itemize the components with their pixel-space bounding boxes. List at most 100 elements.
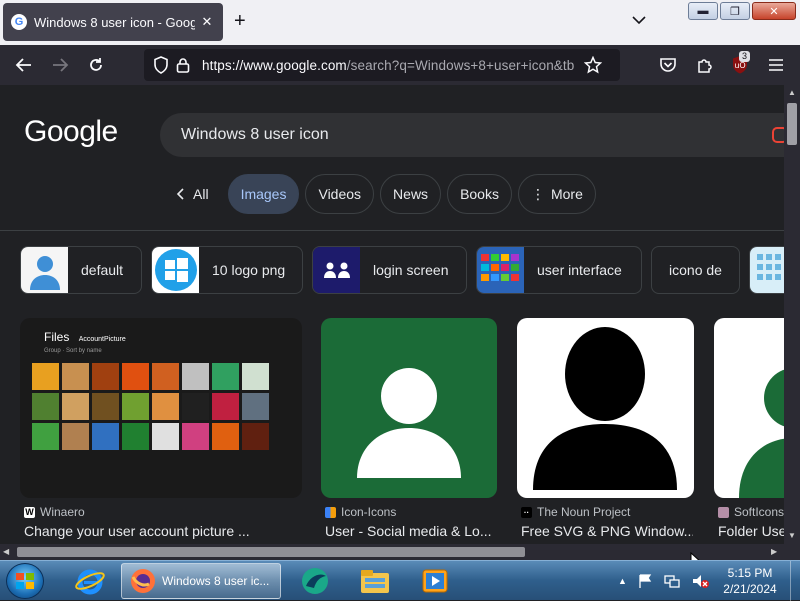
screenshot-toolbar: Group · Sort by name: [44, 348, 102, 354]
header-divider: [0, 230, 800, 231]
file-explorer-icon[interactable]: [353, 563, 397, 599]
app-menu-icon[interactable]: [761, 45, 791, 85]
user-silhouette-icon: [357, 368, 461, 478]
reload-icon[interactable]: [81, 45, 111, 85]
related-label: icono de: [669, 262, 722, 278]
icon-icons-favicon-icon: [325, 506, 336, 518]
show-hidden-icons-icon[interactable]: ▲: [618, 576, 627, 586]
system-tray: ▲: [618, 561, 709, 601]
softicons-favicon-icon: [718, 506, 729, 518]
default-user-thumb-icon: [21, 247, 68, 293]
mouse-cursor-icon: [690, 552, 700, 560]
search-input[interactable]: Windows 8 user icon: [160, 113, 800, 157]
tab-more[interactable]: ⋮ More: [517, 174, 596, 214]
related-label: login screen: [373, 262, 449, 278]
related-chip-logo[interactable]: 10 logo png: [151, 246, 303, 294]
internet-explorer-icon[interactable]: [70, 563, 110, 599]
result-source[interactable]: Icon-Icons: [325, 505, 396, 519]
result-caption[interactable]: Change your user account picture ...: [24, 523, 294, 539]
clock-time: 5:15 PM: [727, 566, 773, 580]
windows-logo-thumb-icon: [152, 247, 199, 293]
shield-icon[interactable]: [150, 56, 172, 74]
result-source[interactable]: ·· The Noun Project: [521, 505, 630, 519]
source-name: The Noun Project: [537, 505, 631, 519]
related-chip-icono[interactable]: icono de: [651, 246, 740, 294]
tab-google-search[interactable]: G Windows 8 user icon - Google S ✕: [3, 3, 223, 41]
tab-news-label: News: [393, 186, 429, 202]
horizontal-scrollbar[interactable]: ◀ ▶: [0, 544, 784, 560]
related-chip-default[interactable]: default: [20, 246, 142, 294]
image-result-softicons[interactable]: [714, 318, 784, 498]
extensions-icon[interactable]: [690, 45, 720, 85]
related-chip-login[interactable]: login screen: [312, 246, 467, 294]
result-source[interactable]: W Winaero: [24, 505, 85, 519]
restore-icon[interactable]: ❐: [720, 2, 750, 20]
media-player-icon[interactable]: [413, 563, 457, 599]
pocket-icon[interactable]: [653, 45, 683, 85]
scroll-up-icon[interactable]: ▲: [788, 88, 796, 97]
login-screen-thumb-icon: [313, 247, 360, 293]
tab-books[interactable]: Books: [447, 174, 512, 214]
image-result-icon-icons[interactable]: [321, 318, 497, 498]
related-label: user interface: [537, 262, 622, 278]
horizontal-scroll-thumb[interactable]: [17, 547, 525, 557]
bookmark-star-icon[interactable]: [582, 56, 604, 74]
result-caption[interactable]: Folder Use: [718, 523, 784, 539]
windows-flag-icon: [16, 573, 34, 589]
scroll-left-icon[interactable]: ◀: [3, 547, 9, 556]
list-all-tabs-icon[interactable]: [631, 14, 647, 26]
action-center-flag-icon[interactable]: [637, 573, 653, 589]
vertical-scrollbar[interactable]: ▲ ▼: [784, 85, 800, 560]
close-tab-icon[interactable]: ✕: [199, 14, 215, 30]
result-caption[interactable]: Free SVG & PNG Window...: [521, 523, 693, 539]
lock-icon[interactable]: [172, 57, 194, 73]
related-label: 10 logo png: [212, 262, 286, 278]
folder-user-icon: [739, 369, 784, 498]
metro-tiles-thumb-icon: [477, 247, 524, 293]
tab-all[interactable]: All: [164, 174, 222, 214]
tab-images[interactable]: Images: [227, 174, 300, 214]
back-icon[interactable]: [9, 45, 39, 85]
forward-icon[interactable]: [45, 45, 75, 85]
close-window-icon[interactable]: ✕: [752, 2, 796, 20]
window-controls: ▬ ❐ ✕: [688, 2, 796, 20]
more-vert-icon: ⋮: [530, 185, 545, 202]
source-name: Icon-Icons: [341, 505, 397, 519]
vertical-scroll-thumb[interactable]: [787, 103, 797, 145]
user-silhouette-icon: [533, 327, 677, 490]
address-bar[interactable]: https://www.google.com/search?q=Windows+…: [144, 49, 620, 81]
picture-thumbnails-grid: [32, 363, 269, 450]
new-tab-icon[interactable]: +: [234, 11, 246, 31]
tab-title: Windows 8 user icon - Google S: [34, 14, 195, 30]
tab-videos[interactable]: Videos: [305, 174, 375, 214]
result-source[interactable]: SoftIcons: [718, 505, 784, 519]
url-text[interactable]: https://www.google.com/search?q=Windows+…: [202, 58, 576, 73]
screenshot-files-title: Files AccountPicture: [44, 330, 126, 344]
svg-text:uO: uO: [734, 61, 745, 70]
tab-books-label: Books: [460, 186, 499, 202]
google-logo[interactable]: Google: [24, 115, 118, 149]
clock-date: 2/21/2024: [723, 582, 777, 596]
related-chip-ui[interactable]: user interface: [476, 246, 642, 294]
show-desktop-button[interactable]: [790, 561, 800, 601]
url-host: https://www.google.com: [202, 57, 347, 73]
noun-project-favicon-icon: ··: [521, 506, 532, 518]
start-button[interactable]: [6, 563, 44, 599]
tab-news[interactable]: News: [380, 174, 442, 214]
search-query: Windows 8 user icon: [181, 126, 329, 143]
scroll-right-icon[interactable]: ▶: [771, 547, 777, 556]
chevron-left-icon: [176, 188, 184, 200]
tab-all-label: All: [193, 186, 209, 202]
scroll-down-icon[interactable]: ▼: [788, 531, 796, 540]
google-favicon-icon: G: [11, 14, 27, 30]
volume-muted-icon[interactable]: [691, 573, 709, 589]
image-result-winaero[interactable]: Files AccountPicture Group · Sort by nam…: [20, 318, 302, 498]
image-result-noun-project[interactable]: [517, 318, 694, 498]
related-searches: default 10 logo png login screen user in…: [20, 246, 799, 294]
minimize-icon[interactable]: ▬: [688, 2, 718, 20]
result-caption[interactable]: User - Social media & Lo...: [325, 523, 497, 539]
media-center-icon[interactable]: [293, 563, 337, 599]
network-icon[interactable]: [663, 573, 681, 589]
taskbar-clock[interactable]: 5:15 PM 2/21/2024: [712, 565, 788, 597]
taskbar-firefox-window[interactable]: Windows 8 user ic...: [121, 563, 281, 599]
